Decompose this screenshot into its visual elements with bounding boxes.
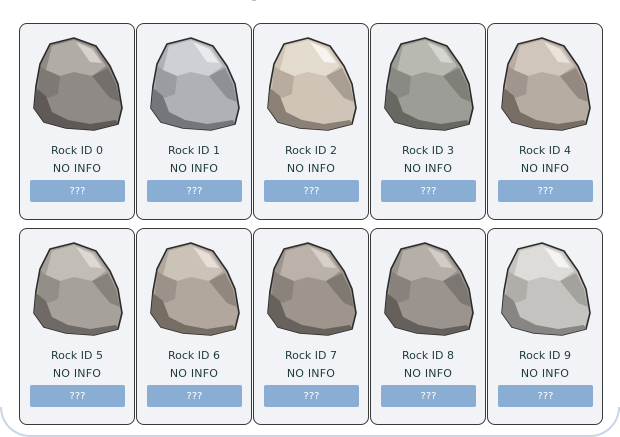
rock-info-text: NO INFO [403, 162, 453, 175]
rock-id-label: Rock ID 0 [50, 144, 103, 157]
rock-image [501, 37, 591, 131]
rock-info-text: NO INFO [169, 367, 219, 380]
rock-image [150, 242, 240, 336]
rock-info-text: NO INFO [520, 162, 570, 175]
rock-id-label: Rock ID 8 [401, 349, 454, 362]
rock-info-text: NO INFO [52, 367, 102, 380]
rock-card-9: Rock ID 9 NO INFO ??? [487, 228, 603, 425]
rock-info-text: NO INFO [169, 162, 219, 175]
rock-id-label: Rock ID 6 [167, 349, 220, 362]
reveal-button[interactable]: ??? [498, 180, 593, 202]
rock-id-label: Rock ID 5 [50, 349, 103, 362]
rock-id-label: Rock ID 4 [518, 144, 571, 157]
rock-id-label: Rock ID 9 [518, 349, 571, 362]
rock-info-text: NO INFO [52, 162, 102, 175]
rock-image [384, 242, 474, 336]
rock-card-7: Rock ID 7 NO INFO ??? [253, 228, 369, 425]
rock-card-8: Rock ID 8 NO INFO ??? [370, 228, 486, 425]
reveal-button[interactable]: ??? [147, 385, 242, 407]
rock-image [33, 242, 123, 336]
rock-image [384, 37, 474, 131]
rock-card-3: Rock ID 3 NO INFO ??? [370, 23, 486, 220]
rock-info-text: NO INFO [403, 367, 453, 380]
rock-card-5: Rock ID 5 NO INFO ??? [19, 228, 135, 425]
rock-id-label: Rock ID 7 [284, 349, 337, 362]
rock-image [267, 242, 357, 336]
top-edge-mark [252, 0, 256, 1]
rock-grid: Rock ID 0 NO INFO ??? Rock ID 1 NO INFO … [19, 23, 603, 425]
rock-collection-page: Rock ID 0 NO INFO ??? Rock ID 1 NO INFO … [0, 0, 620, 437]
rock-card-6: Rock ID 6 NO INFO ??? [136, 228, 252, 425]
reveal-button[interactable]: ??? [264, 385, 359, 407]
rock-image [150, 37, 240, 131]
reveal-button[interactable]: ??? [30, 180, 125, 202]
rock-image [501, 242, 591, 336]
rock-info-text: NO INFO [520, 367, 570, 380]
reveal-button[interactable]: ??? [147, 180, 242, 202]
rock-info-text: NO INFO [286, 367, 336, 380]
reveal-button[interactable]: ??? [381, 180, 476, 202]
reveal-button[interactable]: ??? [264, 180, 359, 202]
reveal-button[interactable]: ??? [30, 385, 125, 407]
rock-card-4: Rock ID 4 NO INFO ??? [487, 23, 603, 220]
reveal-button[interactable]: ??? [381, 385, 476, 407]
rock-info-text: NO INFO [286, 162, 336, 175]
rock-image [267, 37, 357, 131]
rock-card-1: Rock ID 1 NO INFO ??? [136, 23, 252, 220]
rock-id-label: Rock ID 3 [401, 144, 454, 157]
rock-image [33, 37, 123, 131]
rock-card-2: Rock ID 2 NO INFO ??? [253, 23, 369, 220]
reveal-button[interactable]: ??? [498, 385, 593, 407]
rock-id-label: Rock ID 1 [167, 144, 220, 157]
rock-card-0: Rock ID 0 NO INFO ??? [19, 23, 135, 220]
rock-id-label: Rock ID 2 [284, 144, 337, 157]
